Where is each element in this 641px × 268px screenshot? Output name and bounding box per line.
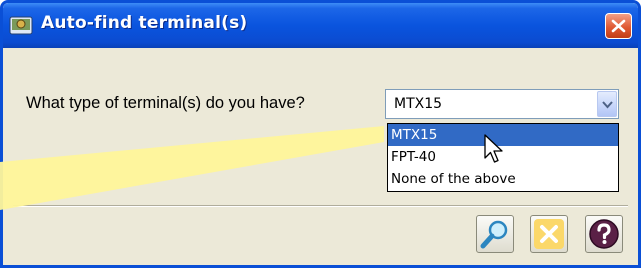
mouse-pointer-icon <box>484 134 503 163</box>
highlight-callout <box>0 126 384 210</box>
